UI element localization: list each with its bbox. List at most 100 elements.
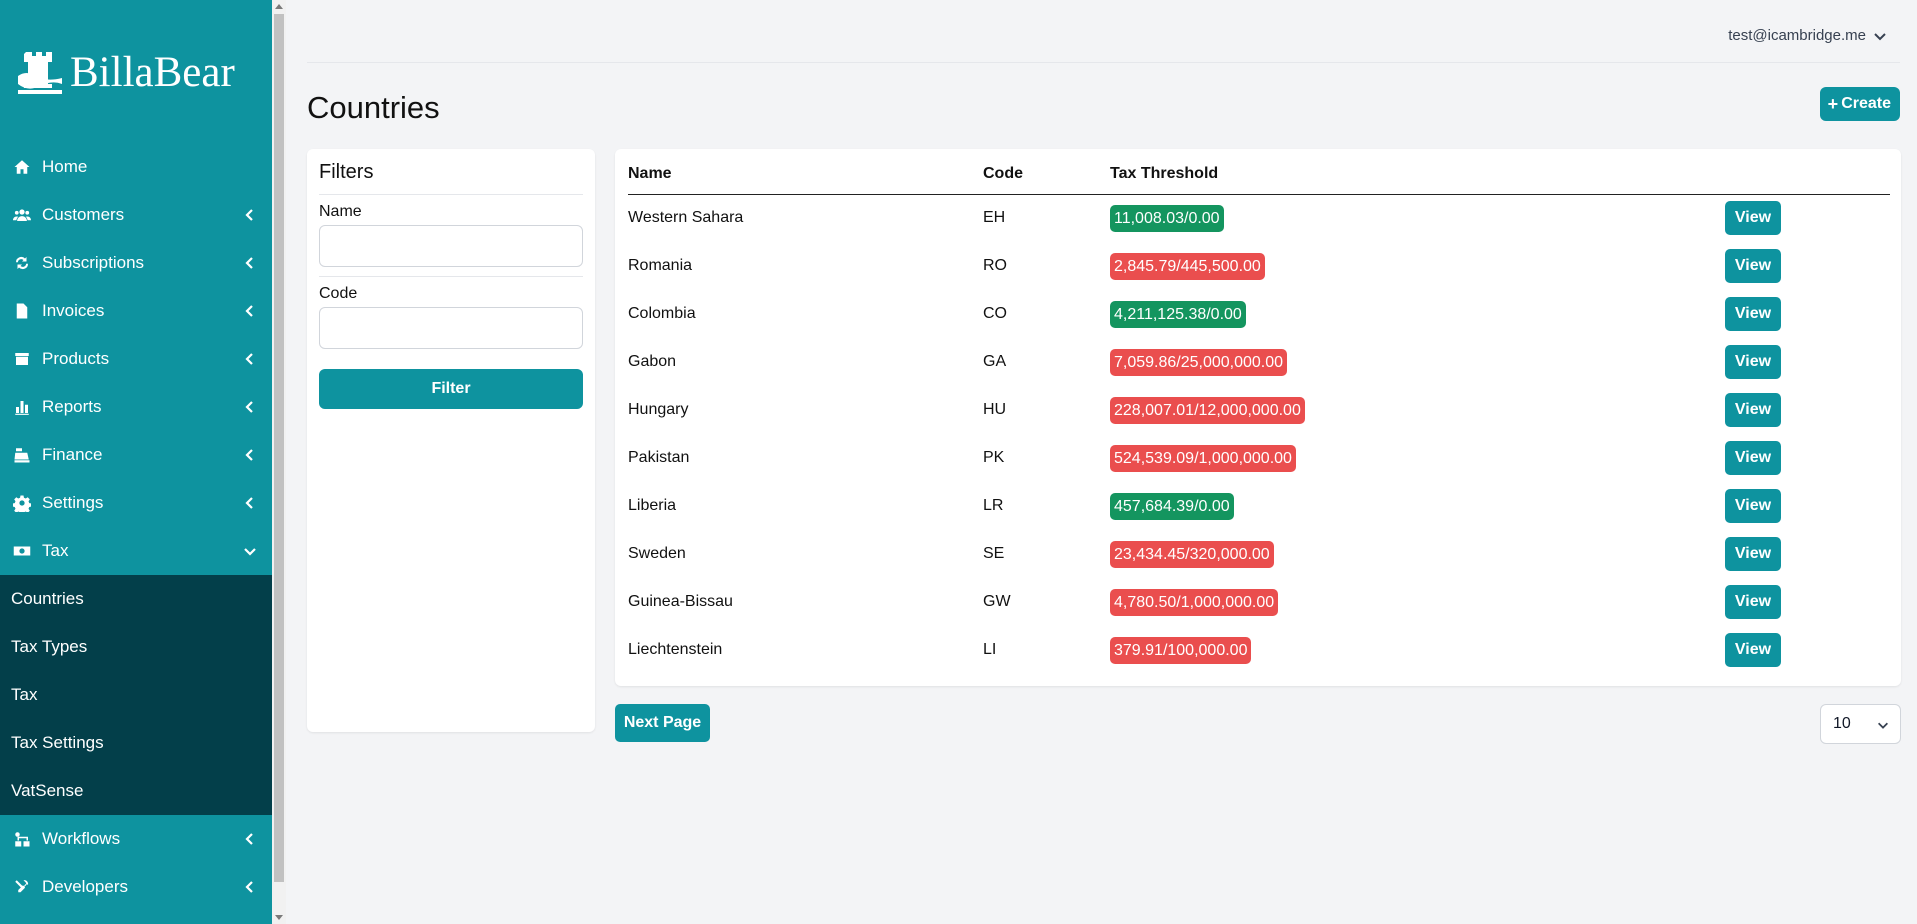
chevron-left-icon <box>242 399 258 415</box>
sidebar-scrollbar[interactable] <box>272 0 286 924</box>
chevron-down-icon <box>1874 32 1886 40</box>
view-button[interactable]: View <box>1725 633 1781 667</box>
table-row: Colombia CO 4,211,125.38/0.00 View <box>628 290 1890 338</box>
table-row: Liechtenstein LI 379.91/100,000.00 View <box>628 626 1890 674</box>
filters-title: Filters <box>319 161 583 195</box>
view-button[interactable]: View <box>1725 393 1781 427</box>
tax-threshold-badge: 379.91/100,000.00 <box>1110 636 1252 664</box>
sidebar-item-label: Workflows <box>42 829 121 848</box>
sidebar-item-workflows[interactable]: Workflows <box>0 815 272 863</box>
page-title: Countries <box>307 90 440 125</box>
view-button[interactable]: View <box>1725 249 1781 283</box>
sidebar-item-products[interactable]: Products <box>0 335 272 383</box>
chevron-left-icon <box>242 447 258 463</box>
table-header-row: Name Code Tax Threshold <box>628 149 1890 195</box>
country-name: Romania <box>628 257 693 274</box>
country-name: Gabon <box>628 353 677 370</box>
sidebar-item-finance[interactable]: Finance <box>0 431 272 479</box>
view-button[interactable]: View <box>1725 297 1781 331</box>
tax-threshold-cell: 524,539.09/1,000,000.00 <box>1110 434 1725 482</box>
countries-table: Name Code Tax Threshold Western Sahara EH… <box>628 149 1890 674</box>
sidebar-item-home[interactable]: Home <box>0 143 272 191</box>
sidebar-item-developers[interactable]: Developers <box>0 863 272 911</box>
tax-threshold-cell: 2,845.79/445,500.00 <box>1110 242 1725 290</box>
chevron-left-icon <box>242 495 258 511</box>
next-page-button[interactable]: Next Page <box>615 704 710 742</box>
chevron-left-icon <box>242 303 258 319</box>
sidebar-item-customers[interactable]: Customers <box>0 191 272 239</box>
code-filter-label: Code <box>319 285 358 302</box>
sidebar-item-label: Products <box>42 349 110 368</box>
country-code: SE <box>983 545 1005 562</box>
table-row: Guinea-Bissau GW 4,780.50/1,000,000.00 View <box>628 578 1890 626</box>
view-button[interactable]: View <box>1725 585 1781 619</box>
countries-table-panel: Name Code Tax Threshold Western Sahara EH… <box>615 149 1901 686</box>
scroll-down-arrow-icon[interactable] <box>275 915 283 920</box>
view-button[interactable]: View <box>1725 441 1781 475</box>
submenu-item-countries[interactable]: Countries <box>0 575 272 623</box>
country-code: HU <box>983 401 1007 418</box>
code-filter-input[interactable] <box>319 307 583 349</box>
sidebar-item-tax[interactable]: Tax <box>0 527 272 575</box>
submenu-item-tax-types[interactable]: Tax Types <box>0 623 272 671</box>
tax-threshold-badge: 524,539.09/1,000,000.00 <box>1110 444 1296 472</box>
sidebar-item-reports[interactable]: Reports <box>0 383 272 431</box>
chevron-left-icon <box>242 207 258 223</box>
per-page-value: 10 <box>1833 715 1851 732</box>
sidebar-item-settings[interactable]: Settings <box>0 479 272 527</box>
actions-cell: View <box>1725 482 1890 530</box>
per-page-select[interactable]: 10 <box>1820 704 1901 744</box>
tools-icon <box>11 876 33 898</box>
view-button[interactable]: View <box>1725 345 1781 379</box>
invoice-icon <box>11 300 33 322</box>
actions-cell: View <box>1725 338 1890 386</box>
country-name: Western Sahara <box>628 209 744 227</box>
sidebar-item-label: Tax <box>42 541 69 560</box>
sidebar-item-subscriptions[interactable]: Subscriptions <box>0 239 272 287</box>
view-button[interactable]: View <box>1725 201 1781 236</box>
table-row: Sweden SE 23,434.45/320,000.00 View <box>628 530 1890 578</box>
chevron-left-icon <box>242 351 258 367</box>
country-name: Liechtenstein <box>628 641 723 658</box>
tax-threshold-cell: 7,059.86/25,000,000.00 <box>1110 338 1725 386</box>
scroll-up-arrow-icon[interactable] <box>275 4 283 9</box>
submenu-item-vatsense[interactable]: VatSense <box>0 767 272 815</box>
view-button[interactable]: View <box>1725 489 1781 523</box>
table-row: Western Sahara EH 11,008.03/0.00 View <box>628 194 1890 242</box>
table-row: Romania RO 2,845.79/445,500.00 View <box>628 242 1890 290</box>
table-row: Hungary HU 228,007.01/12,000,000.00 View <box>628 386 1890 434</box>
sidebar-item-invoices[interactable]: Invoices <box>0 287 272 335</box>
column-header-actions <box>1725 149 1890 195</box>
sidebar-item-label: Subscriptions <box>42 253 145 272</box>
view-button[interactable]: View <box>1725 537 1781 571</box>
tax-threshold-cell: 11,008.03/0.00 <box>1110 194 1725 242</box>
column-header-tax-threshold: Tax Threshold <box>1110 149 1725 195</box>
sidebar: BillaBear Home Customers Subscriptions I… <box>0 0 272 924</box>
actions-cell: View <box>1725 242 1890 290</box>
actions-cell: View <box>1725 386 1890 434</box>
user-menu[interactable]: test@icambridge.me <box>1728 27 1888 44</box>
sidebar-item-label: Developers <box>42 877 128 896</box>
tax-threshold-badge: 2,845.79/445,500.00 <box>1110 252 1265 280</box>
logo[interactable]: BillaBear <box>16 44 235 100</box>
column-header-name: Name <box>628 149 983 195</box>
workflow-icon <box>11 828 33 850</box>
chevron-left-icon <box>242 879 258 895</box>
sidebar-item-label: Finance <box>42 445 103 464</box>
country-code: LI <box>983 641 997 658</box>
create-button[interactable]: + Create <box>1819 87 1900 121</box>
sidebar-item-label: Home <box>42 157 88 176</box>
tax-threshold-badge: 457,684.39/0.00 <box>1110 492 1234 520</box>
filter-button[interactable]: Filter <box>319 369 583 409</box>
country-name: Pakistan <box>628 449 690 466</box>
actions-cell: View <box>1725 578 1890 626</box>
tax-threshold-badge: 4,211,125.38/0.00 <box>1110 300 1246 328</box>
submenu-item-tax-settings[interactable]: Tax Settings <box>0 719 272 767</box>
tax-threshold-cell: 457,684.39/0.00 <box>1110 482 1725 530</box>
country-code: EH <box>983 209 1006 227</box>
submenu-item-tax[interactable]: Tax <box>0 671 272 719</box>
country-name: Hungary <box>628 401 689 418</box>
name-filter-input[interactable] <box>319 225 583 267</box>
country-name: Guinea-Bissau <box>628 593 733 610</box>
scrollbar-thumb[interactable] <box>274 14 284 882</box>
